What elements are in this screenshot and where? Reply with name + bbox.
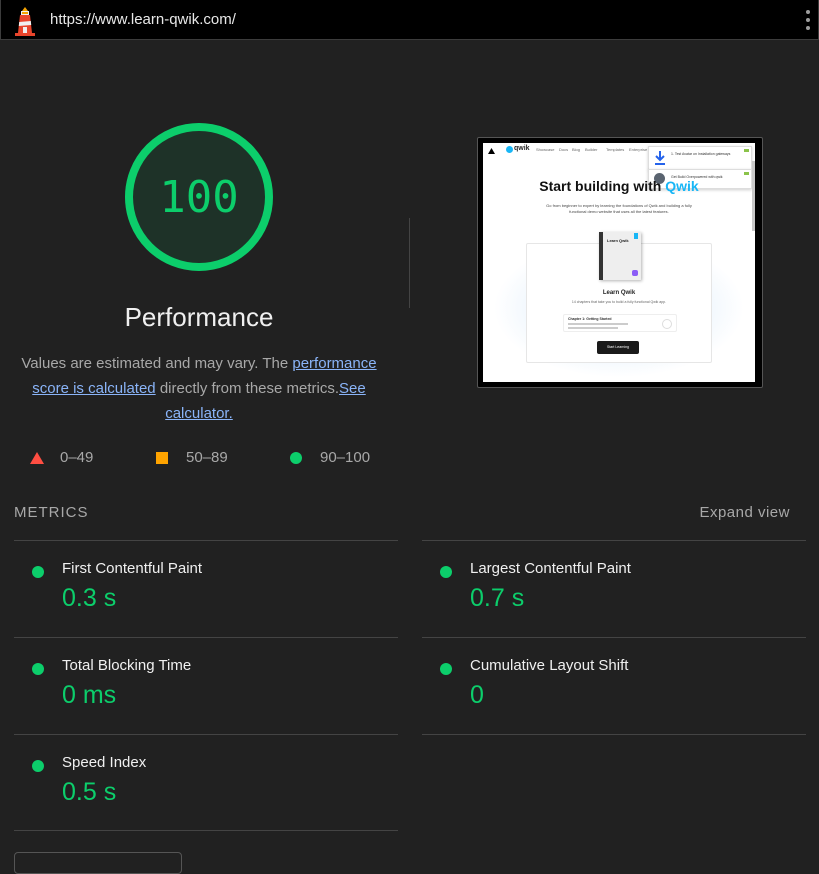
performance-gauge: 100 — [123, 121, 275, 273]
performance-score: 100 — [159, 171, 239, 223]
pass-circle-icon — [32, 663, 44, 675]
page-url: https://www.learn-qwik.com/ — [50, 11, 236, 28]
metrics-divider — [14, 830, 398, 831]
pass-circle-icon — [32, 760, 44, 772]
thumb-heading: Start building with Qwik — [539, 178, 699, 194]
metrics-heading: METRICS — [14, 504, 89, 521]
metrics-divider — [422, 637, 806, 638]
metrics-divider — [14, 540, 398, 541]
pass-circle-icon — [290, 451, 302, 464]
gauge-title: Performance — [124, 302, 274, 332]
legend-average: 50–89 — [156, 449, 228, 466]
top-bar: https://www.learn-qwik.com/ — [0, 0, 819, 40]
final-screenshot[interactable]: qwik Showcase Docs Blog Builder Template… — [477, 137, 763, 388]
expand-view-button[interactable]: Expand view — [699, 504, 790, 521]
toast-1: 1. Test Avatar on Installation gateways — [648, 146, 752, 170]
thumb-book: Learn Qwik — [599, 232, 641, 280]
thumb-start-button: Start Learning — [597, 341, 639, 354]
pass-circle-icon — [440, 566, 452, 578]
qwik-logo-icon — [506, 146, 513, 153]
vertical-divider — [409, 218, 410, 308]
score-description: Values are estimated and may vary. The p… — [21, 355, 377, 422]
pass-circle-icon — [440, 663, 452, 675]
pass-circle-icon — [32, 566, 44, 578]
thumb-scrollbar — [752, 161, 755, 231]
legend-pass: 90–100 — [290, 449, 370, 466]
more-options-icon[interactable] — [804, 10, 812, 30]
metrics-divider — [422, 734, 806, 735]
average-square-icon — [156, 451, 168, 464]
legend-fail: 0–49 — [30, 449, 93, 466]
thumb-card: Learn Qwik Learn Qwik 14 chapters that t… — [526, 232, 712, 363]
metrics-divider — [14, 734, 398, 735]
download-icon — [655, 151, 665, 165]
lighthouse-logo-icon — [15, 7, 35, 36]
metrics-divider — [422, 540, 806, 541]
view-treemap-button[interactable] — [14, 852, 182, 874]
vercel-triangle-icon — [488, 148, 495, 154]
metrics-divider — [14, 637, 398, 638]
fail-triangle-icon — [30, 451, 44, 464]
screenshot-page: qwik Showcase Docs Blog Builder Template… — [483, 143, 755, 382]
